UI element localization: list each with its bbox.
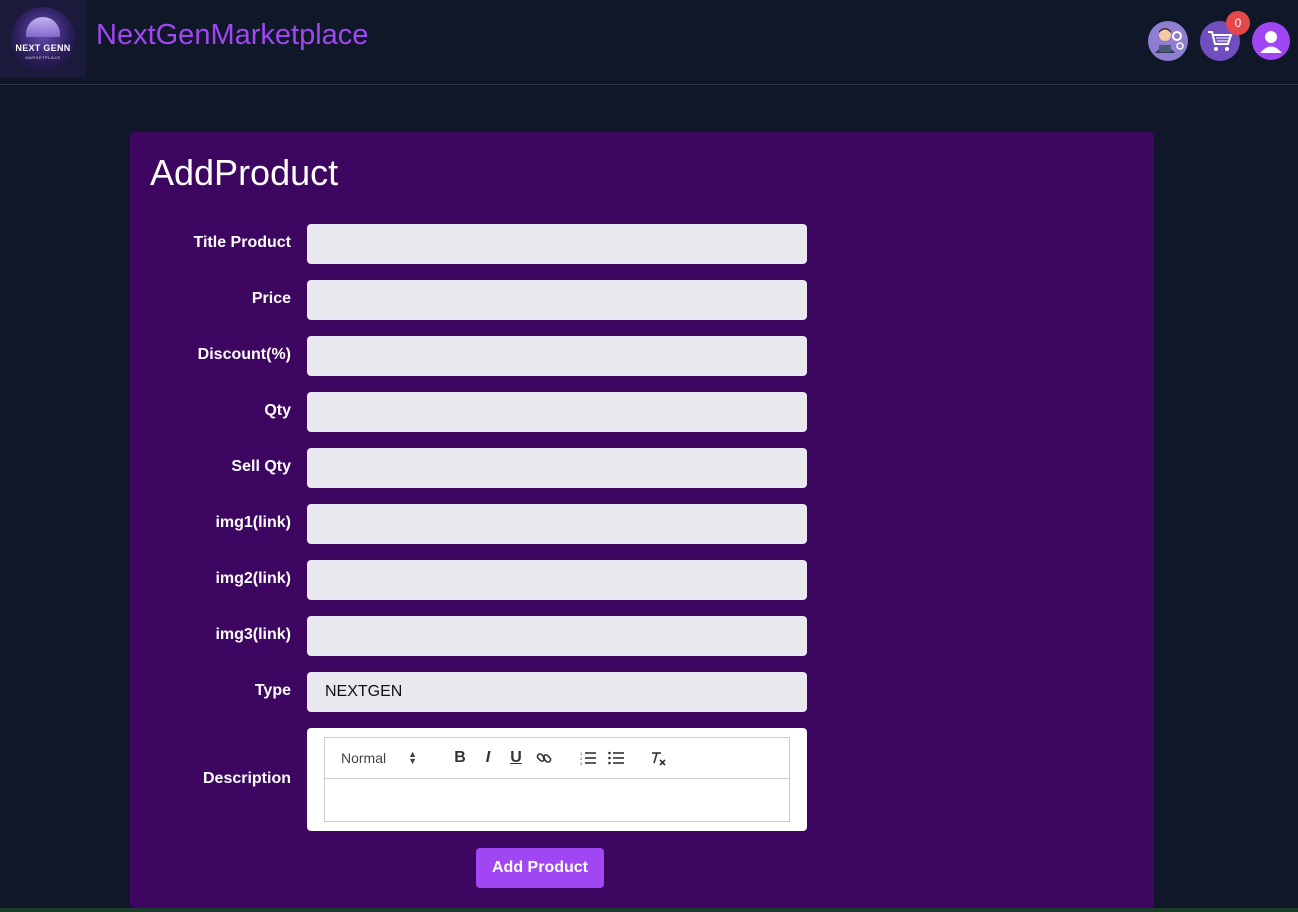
svg-text:3: 3 <box>580 761 583 765</box>
top-navbar: NEXT GENN MARKETPLACE NextGenMarketplace… <box>0 0 1298 85</box>
img3-link-input[interactable] <box>307 616 807 656</box>
add-product-button[interactable]: Add Product <box>476 848 604 888</box>
brand-name[interactable]: NextGenMarketplace <box>96 19 368 52</box>
sell-qty-input[interactable] <box>307 448 807 488</box>
page-title: AddProduct <box>150 152 339 193</box>
label-img2: img2(link) <box>215 570 291 587</box>
editor-toolbar: Normal ▲ ▼ B I U 1 2 3 <box>324 737 790 779</box>
site-logo[interactable]: NEXT GENN MARKETPLACE <box>0 0 86 77</box>
link-button[interactable] <box>533 738 555 778</box>
format-select[interactable]: Normal ▲ ▼ <box>341 738 431 778</box>
logo-text: NEXT GENN <box>15 42 71 53</box>
clear-format-icon <box>652 752 666 766</box>
price-input[interactable] <box>307 280 807 320</box>
underline-button[interactable]: U <box>505 738 527 778</box>
label-sell-qty: Sell Qty <box>231 458 291 475</box>
label-qty: Qty <box>264 402 291 419</box>
qty-input[interactable] <box>307 392 807 432</box>
label-img1: img1(link) <box>215 514 291 531</box>
img2-link-input[interactable] <box>307 560 807 600</box>
ordered-list-icon: 1 2 3 <box>580 751 596 765</box>
bold-button[interactable]: B <box>449 738 471 778</box>
link-icon <box>536 753 552 763</box>
img1-link-input[interactable] <box>307 504 807 544</box>
select-arrows-icon: ▲ ▼ <box>408 749 418 766</box>
add-product-card: AddProduct Title Product Price Discount(… <box>130 132 1154 908</box>
user-icon[interactable] <box>1252 22 1290 60</box>
label-description: Description <box>202 770 291 787</box>
bullet-list-button[interactable] <box>605 738 627 778</box>
editor-content-area[interactable] <box>324 778 790 822</box>
description-editor: Normal ▲ ▼ B I U 1 2 3 <box>307 728 807 831</box>
admin-avatar-icon[interactable] <box>1148 21 1188 61</box>
cart-count-badge: 0 <box>1226 11 1250 35</box>
bottom-edge <box>0 908 1298 912</box>
label-discount: Discount(%) <box>197 346 291 363</box>
logo-emblem: NEXT GENN MARKETPLACE <box>11 6 75 71</box>
logo-building-graphic <box>26 16 60 37</box>
label-img3: img3(link) <box>215 626 291 643</box>
discount-input[interactable] <box>307 336 807 376</box>
title-product-input[interactable] <box>307 224 807 264</box>
type-input[interactable] <box>307 672 807 712</box>
ordered-list-button[interactable]: 1 2 3 <box>577 738 599 778</box>
label-price: Price <box>251 290 291 307</box>
format-select-value: Normal <box>341 750 387 766</box>
label-title-product: Title Product <box>193 234 292 251</box>
label-type: Type <box>254 682 291 699</box>
logo-subtext: MARKETPLACE <box>25 54 61 60</box>
clear-format-button[interactable] <box>647 738 669 778</box>
italic-button[interactable]: I <box>477 738 499 778</box>
bullet-list-icon <box>608 751 624 765</box>
